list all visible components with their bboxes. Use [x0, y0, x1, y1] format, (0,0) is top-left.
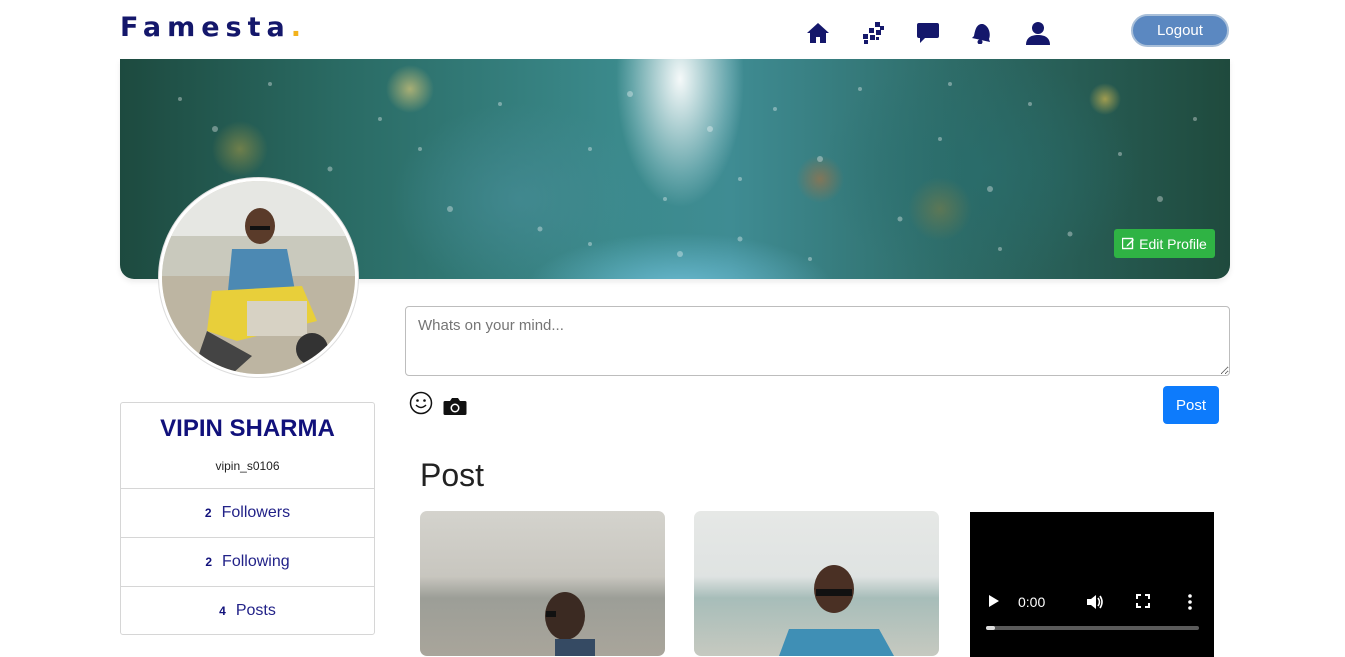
posts-section-title: Post — [420, 457, 485, 493]
brand-dot: . — [290, 12, 301, 43]
profile-avatar[interactable] — [159, 178, 358, 377]
following-label: Following — [222, 553, 290, 570]
edit-icon — [1122, 237, 1135, 250]
play-icon[interactable] — [988, 594, 1000, 608]
followers-label: Followers — [221, 504, 291, 521]
post-thumbnail[interactable] — [694, 511, 939, 656]
profile-icon[interactable] — [1025, 20, 1051, 46]
home-icon[interactable] — [805, 20, 831, 46]
emoji-icon[interactable] — [409, 391, 433, 415]
following-stat[interactable]: 2 Following — [121, 537, 374, 586]
post-submit-button[interactable]: Post — [1163, 386, 1219, 424]
video-time: 0:00 — [1018, 594, 1046, 610]
notification-bell-icon[interactable] — [970, 20, 996, 46]
profile-username: vipin_s0106 — [215, 459, 280, 473]
edit-profile-button[interactable]: Edit Profile — [1114, 229, 1215, 258]
post-video-player[interactable]: 0:00 — [970, 512, 1214, 657]
posts-label: Posts — [235, 602, 276, 619]
followers-stat[interactable]: 2 Followers — [121, 488, 374, 537]
fullscreen-icon[interactable] — [1136, 594, 1150, 608]
apps-icon[interactable] — [860, 20, 886, 46]
volume-icon[interactable] — [1086, 594, 1104, 610]
edit-profile-label: Edit Profile — [1139, 235, 1207, 252]
posts-count: 4 — [219, 604, 226, 618]
post-composer-input[interactable] — [405, 306, 1230, 376]
following-count: 2 — [205, 555, 213, 569]
profile-name: VIPIN SHARMA — [160, 415, 335, 442]
avatar-photo — [162, 181, 355, 374]
profile-card: VIPIN SHARMA vipin_s0106 2 Followers 2 F… — [120, 402, 375, 635]
camera-icon[interactable] — [443, 396, 467, 416]
video-progress-bar[interactable] — [986, 626, 1199, 630]
post-photo — [545, 592, 595, 656]
followers-count: 2 — [204, 506, 212, 520]
posts-stat[interactable]: 4 Posts — [121, 586, 374, 635]
brand-logo[interactable]: Famesta. — [120, 12, 301, 43]
chat-icon[interactable] — [915, 20, 941, 46]
post-photo — [779, 565, 894, 656]
post-thumbnail[interactable] — [420, 511, 665, 656]
brand-name: Famesta — [120, 12, 291, 43]
logout-button[interactable]: Logout — [1131, 14, 1229, 47]
more-options-icon[interactable] — [1188, 594, 1192, 610]
video-progress-fill — [986, 626, 995, 630]
top-navbar: Famesta. Logout — [0, 0, 1345, 58]
